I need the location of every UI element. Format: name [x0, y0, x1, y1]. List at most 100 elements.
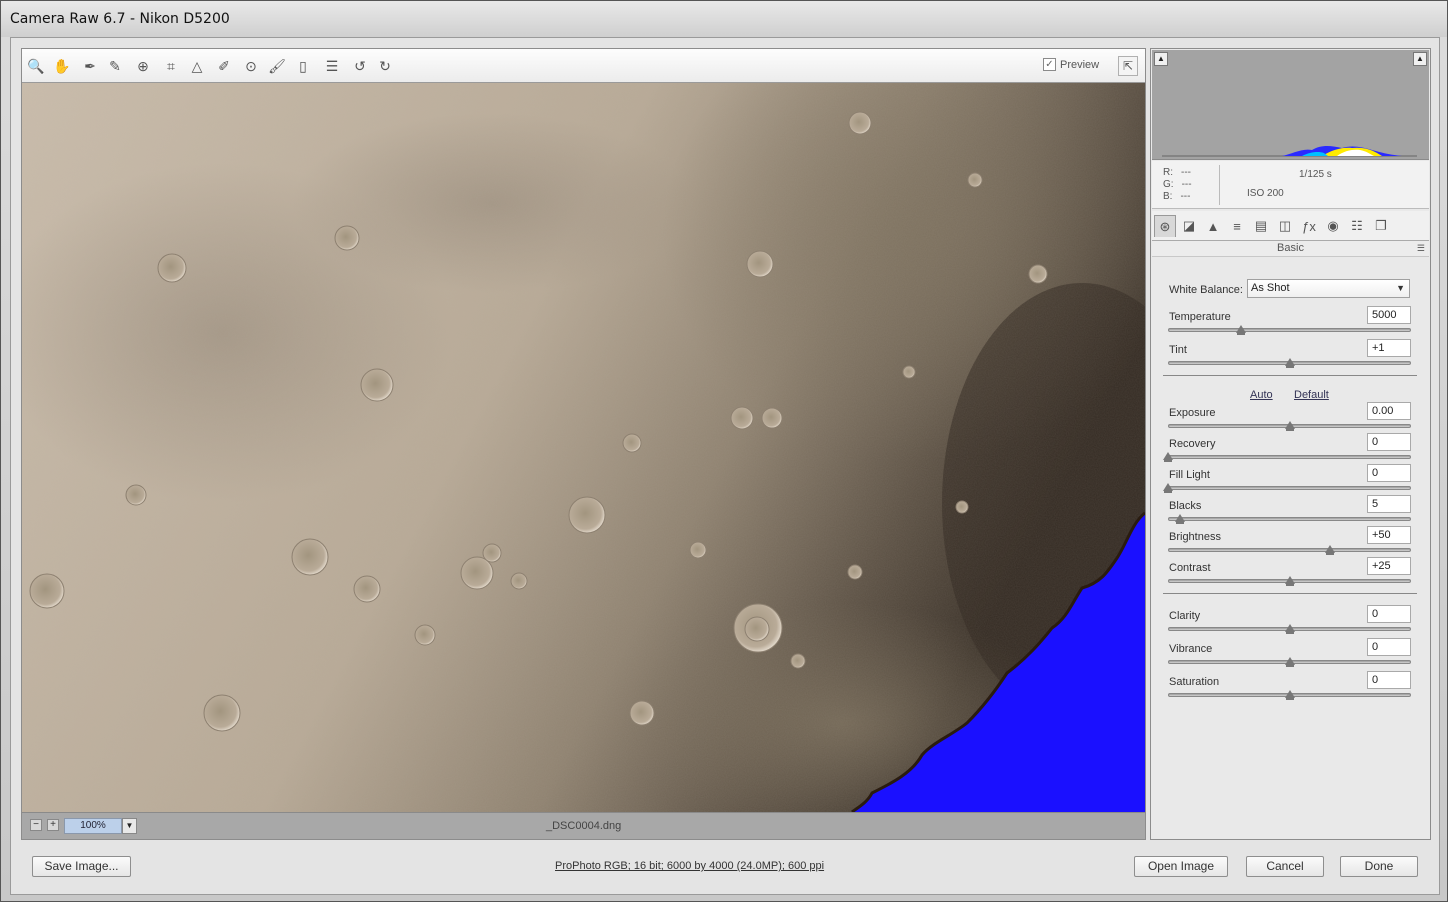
slider-thumb[interactable] [1284, 576, 1295, 586]
slider-thumb[interactable] [1163, 483, 1173, 493]
adjustment-brush-icon[interactable]: 🖌 [267, 56, 287, 76]
slider-thumb[interactable] [1284, 690, 1295, 700]
slider-track[interactable] [1168, 455, 1411, 459]
effects-icon[interactable]: ƒx [1298, 215, 1320, 237]
fullscreen-toggle-icon[interactable]: ⇱ [1118, 56, 1138, 76]
slider-thumb[interactable] [1284, 421, 1295, 431]
readout-area: R: --- G: --- B: --- 1/125 s ISO 200 [1152, 161, 1429, 209]
slider-value-field[interactable]: 0 [1367, 464, 1411, 482]
slider-value-field[interactable]: +50 [1367, 526, 1411, 544]
snapshots-icon[interactable]: ❐ [1370, 215, 1392, 237]
done-button[interactable]: Done [1340, 856, 1418, 877]
title-bar: Camera Raw 6.7 - Nikon D5200 [1, 1, 1447, 37]
histogram-graph [1162, 146, 1417, 157]
lens-corrections-icon[interactable]: ◫ [1274, 215, 1296, 237]
preview-checkbox[interactable]: ✓ Preview [1043, 58, 1099, 71]
detail-icon[interactable]: ▲ [1202, 215, 1224, 237]
zoom-tool-icon[interactable]: 🔍 [26, 56, 46, 76]
zoom-out-button[interactable]: − [30, 819, 42, 831]
adjustments-panel: ▲ ▲ R: --- G: --- B: --- 1/125 s ISO 200… [1150, 48, 1431, 840]
workflow-options-link[interactable]: ProPhoto RGB; 16 bit; 6000 by 4000 (24.0… [555, 860, 824, 872]
slider-tint: Tint +1 [1168, 339, 1411, 376]
red-eye-removal-tool-icon[interactable]: ⊙ [241, 56, 261, 76]
hand-tool-icon[interactable]: ✋ [52, 56, 72, 76]
slider-thumb[interactable] [1163, 452, 1173, 462]
b-value: --- [1180, 191, 1191, 202]
slider-value-field[interactable]: 0 [1367, 671, 1411, 689]
slider-thumb[interactable] [1324, 545, 1335, 555]
graduated-filter-icon[interactable]: ▯ [293, 56, 313, 76]
zoom-dropdown-icon[interactable]: ▼ [122, 818, 137, 834]
rotate-cw-icon[interactable]: ↻ [375, 56, 395, 76]
camera-raw-window: Camera Raw 6.7 - Nikon D5200 🔍 ✋ ✒ ✎ ⊕ ⌗… [0, 0, 1448, 902]
slider-saturation: Saturation 0 [1168, 671, 1411, 708]
slider-value-field[interactable]: +1 [1367, 339, 1411, 357]
slider-contrast: Contrast +25 [1168, 557, 1411, 594]
crop-tool-icon[interactable]: ⌗ [161, 56, 181, 76]
open-image-button[interactable]: Open Image [1134, 856, 1228, 877]
color-sampler-tool-icon[interactable]: ✎ [105, 56, 125, 76]
slider-label: Clarity [1169, 610, 1201, 622]
slider-thumb[interactable] [1175, 514, 1186, 524]
slider-thumb[interactable] [1235, 325, 1246, 335]
hsl-icon[interactable]: ≡ [1226, 215, 1248, 237]
filename-label: _DSC0004.dng [546, 820, 622, 832]
presets-icon[interactable]: ☷ [1346, 215, 1368, 237]
straighten-tool-icon[interactable]: △ [187, 56, 207, 76]
iso-value: ISO 200 [1247, 188, 1284, 199]
r-label: R: [1163, 167, 1173, 178]
basic-icon[interactable]: ⊛ [1154, 215, 1176, 237]
slider-label: Saturation [1169, 676, 1220, 688]
rotate-ccw-icon[interactable]: ↺ [350, 56, 370, 76]
slider-track[interactable] [1168, 517, 1411, 521]
readout-divider [1219, 165, 1220, 205]
slider-label: Exposure [1169, 407, 1216, 419]
cancel-button[interactable]: Cancel [1246, 856, 1324, 877]
white-balance-label: White Balance: [1169, 284, 1243, 296]
spot-removal-tool-icon[interactable]: ✐ [214, 56, 234, 76]
zoom-in-button[interactable]: + [47, 819, 59, 831]
white-balance-tool-icon[interactable]: ✒ [80, 56, 100, 76]
slider-label: Recovery [1169, 438, 1216, 450]
panel-title: Basic ☰ [1152, 241, 1429, 257]
tone-curve-icon[interactable]: ◪ [1178, 215, 1200, 237]
slider-track[interactable] [1168, 486, 1411, 490]
auto-button[interactable]: Auto [1250, 389, 1273, 401]
slider-thumb[interactable] [1284, 657, 1295, 667]
slider-value-field[interactable]: 0 [1367, 433, 1411, 451]
panel-menu-icon[interactable]: ☰ [1417, 241, 1425, 256]
camera-calibration-icon[interactable]: ◉ [1322, 215, 1344, 237]
slider-value-field[interactable]: 0 [1367, 605, 1411, 623]
save-image-button[interactable]: Save Image... [32, 856, 131, 877]
split-toning-icon[interactable]: ▤ [1250, 215, 1272, 237]
image-preview[interactable] [22, 83, 1145, 812]
panel-tabs: ⊛ ◪ ▲ ≡ ▤ ◫ ƒx ◉ ☷ ❐ [1152, 211, 1429, 241]
slider-label: Blacks [1169, 500, 1202, 512]
white-balance-select[interactable]: As Shot ▼ [1247, 279, 1410, 298]
status-bar: − + 100% ▼ _DSC0004.dng [22, 812, 1145, 839]
zoom-level-field[interactable]: 100% [64, 818, 122, 834]
slider-value-field[interactable]: 0.00 [1367, 402, 1411, 420]
window-title: Camera Raw 6.7 - Nikon D5200 [10, 11, 230, 27]
slider-thumb[interactable] [1284, 624, 1295, 634]
b-label: B: [1163, 191, 1173, 202]
dialog-client: 🔍 ✋ ✒ ✎ ⊕ ⌗ △ ✐ ⊙ 🖌 ▯ ☰ ↺ ↻ ✓ Preview ⇱ [10, 37, 1440, 895]
slider-value-field[interactable]: 5000 [1367, 306, 1411, 324]
slider-value-field[interactable]: 5 [1367, 495, 1411, 513]
slider-thumb[interactable] [1284, 358, 1295, 368]
default-button[interactable]: Default [1294, 389, 1329, 401]
rgb-readout: R: --- G: --- B: --- [1163, 167, 1192, 203]
slider-value-field[interactable]: +25 [1367, 557, 1411, 575]
toolbar: 🔍 ✋ ✒ ✎ ⊕ ⌗ △ ✐ ⊙ 🖌 ▯ ☰ ↺ ↻ ✓ Preview ⇱ [22, 49, 1145, 83]
targeted-adjustment-tool-icon[interactable]: ⊕ [133, 56, 153, 76]
white-balance-value: As Shot [1251, 282, 1290, 294]
slider-track[interactable] [1168, 328, 1411, 332]
preview-frame: 🔍 ✋ ✒ ✎ ⊕ ⌗ △ ✐ ⊙ 🖌 ▯ ☰ ↺ ↻ ✓ Preview ⇱ [21, 48, 1146, 840]
checkmark-icon[interactable]: ✓ [1043, 58, 1056, 71]
g-value: --- [1181, 179, 1192, 190]
slider-track[interactable] [1168, 548, 1411, 552]
preferences-icon[interactable]: ☰ [322, 56, 342, 76]
g-label: G: [1163, 179, 1174, 190]
slider-value-field[interactable]: 0 [1367, 638, 1411, 656]
histogram: ▲ ▲ [1152, 50, 1429, 160]
